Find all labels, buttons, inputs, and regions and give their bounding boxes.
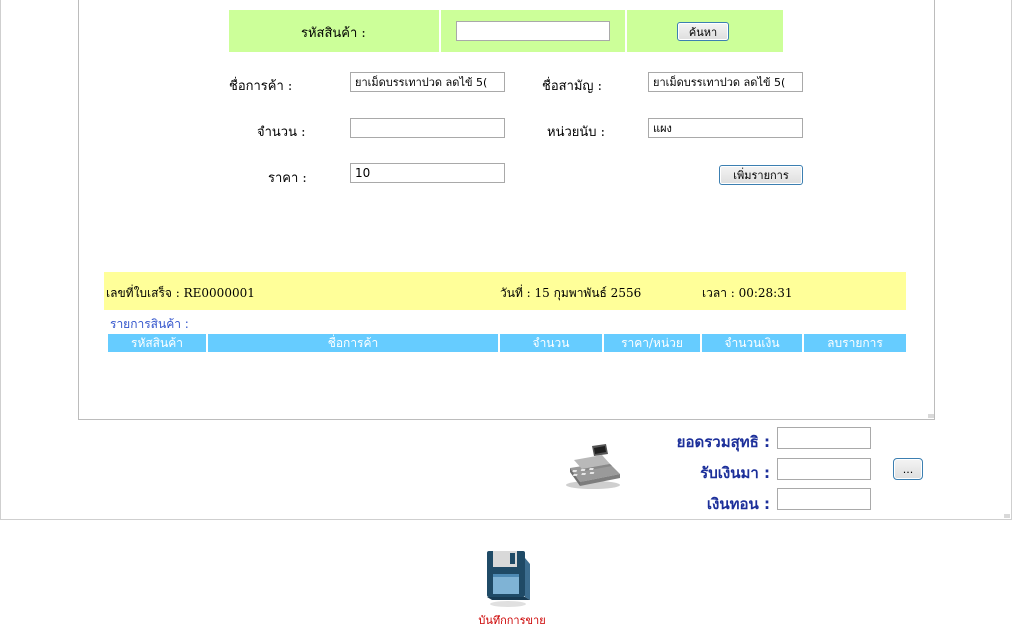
change-input[interactable] [777,488,871,510]
search-button-cell: ค้นหา [627,10,783,52]
search-label: รหัสสินค้า : [301,26,366,41]
quantity-label: จำนวน : [257,125,306,140]
content-frame [78,0,935,420]
resize-grip [928,414,934,418]
save-sale-button[interactable]: บันทึกการขาย [476,548,548,627]
add-item-button[interactable]: เพิ่มรายการ [719,165,803,185]
receipt-date: วันที่ : 15 กุมพาพันธ์ 2556 [500,286,642,300]
column-header: ราคา/หน่วย [604,334,700,352]
receipt-number: เลขที่ใบเสร็จ : RE0000001 [106,286,255,300]
column-header: รหัสสินค้า [108,334,206,352]
price-label: ราคา : [268,171,307,186]
search-input-cell [441,10,625,52]
calculate-change-button[interactable]: ... [893,458,923,480]
change-label: เงินทอน : [706,495,770,513]
save-sale-label: บันทึกการขาย [478,614,546,627]
price-input[interactable] [350,163,505,183]
received-label: รับเงินมา : [700,464,770,482]
search-button[interactable]: ค้นหา [677,22,729,41]
column-header: จำนวนเงิน [702,334,802,352]
column-header: จำนวน [500,334,602,352]
unit-label: หน่วยนับ : [547,125,606,140]
unit-input[interactable] [648,118,803,138]
items-table-header: รหัสสินค้า ชื่อการค้า จำนวน ราคา/หน่วย จ… [108,334,906,352]
receipt-time: เวลา : 00:28:31 [702,286,793,300]
search-label-cell: รหัสสินค้า : [229,10,439,52]
quantity-input[interactable] [350,118,505,138]
search-bar: รหัสสินค้า : ค้นหา [229,10,783,52]
product-code-input[interactable] [456,21,610,41]
net-total-input[interactable] [777,427,871,449]
generic-name-label: ชื่อสามัญ : [542,79,603,94]
items-caption: รายการสินค้า : [110,317,189,331]
received-input[interactable] [777,458,871,480]
floppy-disk-icon [484,548,530,610]
resize-grip [1004,514,1010,518]
trade-name-label: ชื่อการค้า : [229,79,293,94]
receipt-info-bar: เลขที่ใบเสร็จ : RE0000001 วันที่ : 15 กุ… [104,272,906,310]
generic-name-input[interactable] [648,72,803,92]
trade-name-input[interactable] [350,72,505,92]
column-header: ลบรายการ [804,334,906,352]
column-header: ชื่อการค้า [208,334,498,352]
net-total-label: ยอดรวมสุทธิ : [676,433,770,451]
